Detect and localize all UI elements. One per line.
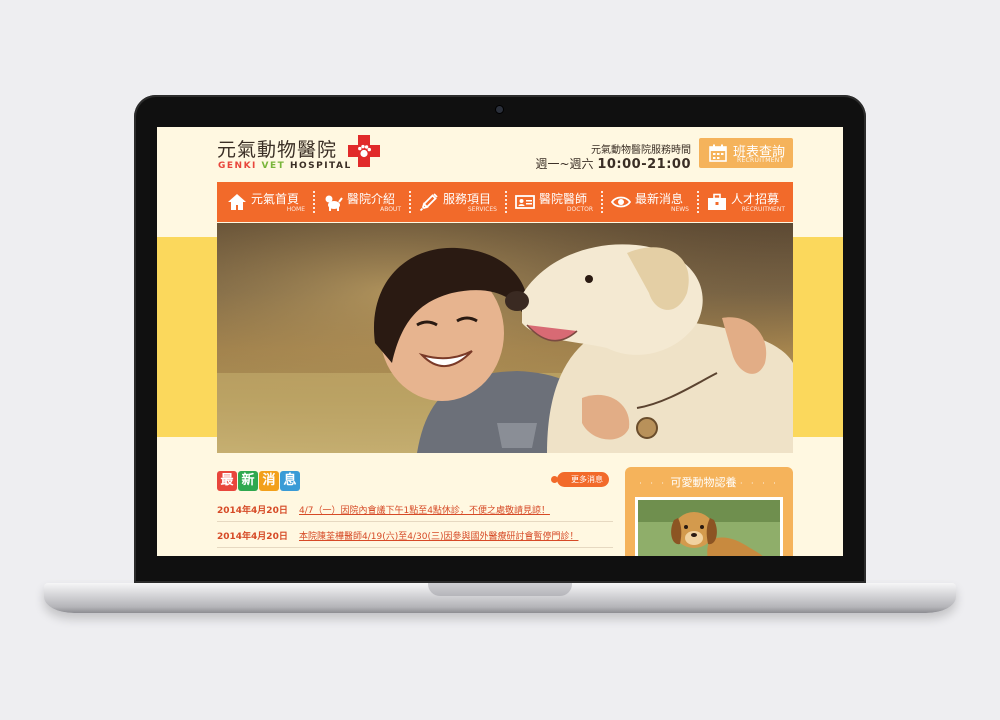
news-date: 2014年4月20日	[217, 506, 288, 516]
nav-label: 人才招募	[731, 192, 780, 206]
adoption-card-header: · · · 可愛動物認養 · · · ·	[625, 474, 793, 490]
puppy-illustration	[638, 500, 780, 556]
adoption-card[interactable]: · · · 可愛動物認養 · · · ·	[625, 467, 793, 556]
logo-sub-word-2: VET	[261, 161, 286, 171]
hero-photo-illustration	[217, 223, 793, 453]
nav-label: 服務項目	[443, 192, 492, 206]
logo-subtitle: GENKI VET HOSPITAL	[218, 161, 352, 171]
adoption-puppy-photo[interactable]	[635, 497, 783, 556]
news-title-link[interactable]: 本院陳荃樺醫師4/19(六)至4/30(三)因參與國外醫療研討會暫停門診！	[299, 529, 578, 542]
adoption-card-title: 可愛動物認養	[670, 476, 737, 489]
main-nav: 元氣首頁 HOME 醫院介紹 ABOUT 服務項目 SERVICES 醫院醫師 …	[217, 182, 793, 222]
nav-item-doctor[interactable]: 醫院醫師 DOCTOR	[505, 182, 601, 222]
nav-sublabel: ABOUT	[380, 206, 401, 213]
id-card-icon	[515, 195, 535, 209]
logo-title[interactable]: 元氣動物醫院	[217, 135, 337, 162]
nav-label: 最新消息	[635, 192, 684, 206]
eye-icon	[611, 196, 631, 208]
service-days: 週一~週六	[535, 157, 594, 171]
news-heading-char: 息	[280, 471, 300, 491]
nav-sublabel: HOME	[286, 206, 305, 213]
logo-sub-word-3: HOSPITAL	[289, 161, 352, 171]
decorative-dots: · · ·	[639, 479, 667, 488]
schedule-lookup-sublabel: RECRUITMENT	[737, 157, 784, 164]
more-news-button[interactable]: 更多消息	[551, 472, 609, 487]
nav-item-services[interactable]: 服務項目 SERVICES	[409, 182, 505, 222]
news-heading-char: 新	[238, 471, 258, 491]
nav-item-about[interactable]: 醫院介紹 ABOUT	[313, 182, 409, 222]
syringe-icon	[419, 193, 438, 212]
service-hours-value: 週一~週六 10:00-21:00	[535, 155, 691, 172]
news-heading-char: 消	[259, 471, 279, 491]
nav-item-home[interactable]: 元氣首頁 HOME	[217, 182, 313, 222]
calendar-icon	[709, 144, 727, 162]
briefcase-icon	[708, 193, 726, 210]
hero-banner-image	[217, 223, 793, 453]
website-screen: 元氣動物醫院 GENKI VET HOSPITAL 元氣動物醫院服務時間 週一~…	[157, 127, 843, 556]
nav-label: 醫院醫師	[539, 192, 588, 206]
service-hours-label: 元氣動物醫院服務時間	[591, 145, 691, 156]
dog-icon	[325, 195, 343, 211]
nav-item-recruitment[interactable]: 人才招募 RECRUITMENT	[697, 182, 793, 222]
news-heading: 最新消息	[217, 469, 301, 491]
nav-sublabel: SERVICES	[467, 206, 497, 213]
nav-sublabel: DOCTOR	[566, 206, 593, 213]
news-title-link[interactable]: 4/7（一）因院內會議下午1點至4點休診，不便之處敬請見諒！	[299, 503, 550, 516]
nav-item-news[interactable]: 最新消息 NEWS	[601, 182, 697, 222]
news-heading-char: 最	[217, 471, 237, 491]
schedule-lookup-button[interactable]: 班表查詢 RECRUITMENT	[699, 138, 793, 168]
home-icon	[228, 194, 246, 210]
nav-label: 醫院介紹	[347, 192, 396, 206]
laptop-base-notch	[428, 583, 572, 596]
news-date: 2014年4月20日	[217, 532, 288, 542]
news-list-item[interactable]: 2014年4月20日 4/7（一）因院內會議下午1點至4點休診，不便之處敬請見諒…	[217, 499, 613, 522]
nav-label: 元氣首頁	[251, 192, 300, 206]
nav-sublabel: RECRUITMENT	[741, 206, 785, 213]
decorative-dots: · · · ·	[739, 479, 779, 488]
camera-icon	[496, 106, 503, 113]
logo-sub-word-1: GENKI	[218, 161, 257, 171]
news-list-item[interactable]: 2014年4月20日 本院陳荃樺醫師4/19(六)至4/30(三)因參與國外醫療…	[217, 525, 613, 548]
nav-sublabel: NEWS	[670, 206, 689, 213]
service-time: 10:00-21:00	[597, 157, 691, 172]
red-cross-paw-icon	[348, 135, 380, 167]
